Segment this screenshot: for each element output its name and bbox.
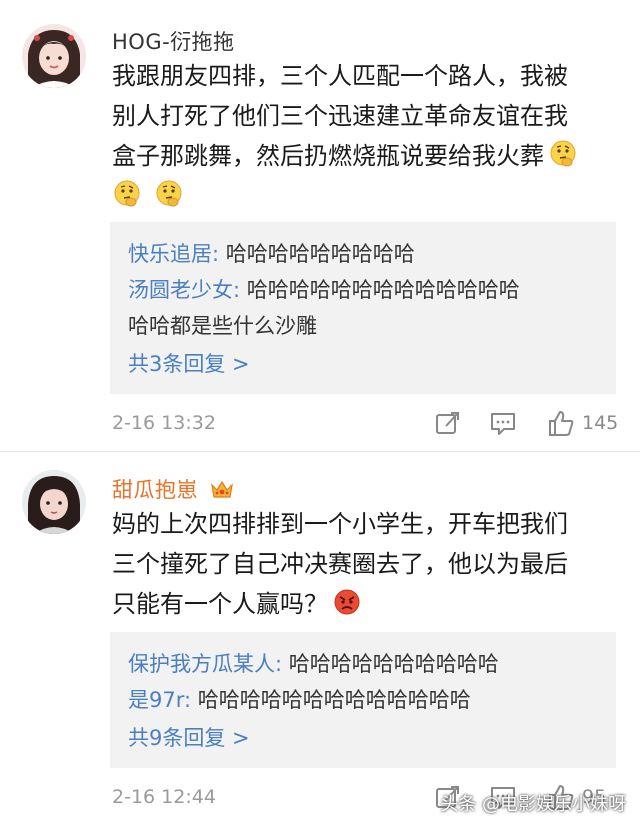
comment-meta-row: 2-16 13:32 145 [112, 408, 622, 442]
timestamp: 2-16 13:32 [112, 412, 216, 434]
like-icon[interactable] [546, 408, 576, 438]
reply-item[interactable]: 是97r: 哈哈哈哈哈哈哈哈哈哈哈哈哈 [128, 682, 616, 718]
reply-text: 哈哈哈哈哈哈哈哈哈哈哈哈哈 [191, 688, 471, 712]
comment-text-line-content: 只能有一个人赢吗？ [112, 590, 328, 618]
comment-text-line-content: 盒子那跳舞，然后扔燃烧瓶说要给我火葬 [112, 142, 544, 170]
reply-username[interactable]: 是97r: [128, 688, 191, 712]
reply-text: 哈哈哈哈哈哈哈哈哈哈 [282, 652, 499, 676]
username[interactable]: HOG-衍拖拖 [112, 26, 235, 56]
watermark-text: 头条 @电影娱乐小妹呀 [440, 794, 626, 815]
reply-username[interactable]: 快乐追居: [128, 242, 219, 266]
comment-text-line: 盒子那跳舞，然后扔燃烧瓶说要给我火葬 [112, 136, 612, 176]
more-replies-link[interactable]: 共3条回复 > [128, 346, 616, 382]
reply-text: 哈哈哈哈哈哈哈哈哈 [219, 242, 415, 266]
comment-text-line: 别人打死了他们三个迅速建立革命友谊在我 [112, 96, 612, 136]
avatar[interactable] [22, 24, 86, 88]
reply-item-continued: 哈哈都是些什么沙雕 [128, 308, 616, 344]
comment-text: 我跟朋友四排，三个人匹配一个路人，我被 别人打死了他们三个迅速建立革命友谊在我 … [112, 56, 612, 216]
comment-text-line: 只能有一个人赢吗？ [112, 584, 612, 624]
like-count: 145 [582, 412, 619, 434]
reply-item[interactable]: 保护我方瓜某人: 哈哈哈哈哈哈哈哈哈哈 [128, 646, 616, 682]
watermark: 头条 @电影娱乐小妹呀 [440, 790, 626, 816]
replies-panel: 保护我方瓜某人: 哈哈哈哈哈哈哈哈哈哈 是97r: 哈哈哈哈哈哈哈哈哈哈哈哈哈 … [110, 632, 616, 768]
comment-card: 甜瓜抱崽 妈的上次四排排到一个小学生，开车把我们 三个撞死了自己冲决赛圈去了，他… [0, 452, 640, 826]
replies-panel: 快乐追居: 哈哈哈哈哈哈哈哈哈 汤圆老少女: 哈哈哈哈哈哈哈哈哈哈哈哈哈 哈哈都… [110, 222, 616, 394]
reply-username[interactable]: 汤圆老少女: [128, 278, 240, 302]
share-icon[interactable] [432, 408, 462, 438]
username-text[interactable]: 甜瓜抱崽 [112, 478, 198, 502]
comment-icon[interactable] [488, 408, 518, 438]
avatar[interactable] [22, 470, 86, 534]
reply-item[interactable]: 快乐追居: 哈哈哈哈哈哈哈哈哈 [128, 236, 616, 272]
comment-emoji-line [112, 176, 612, 216]
more-replies-link[interactable]: 共9条回复 > [128, 720, 616, 756]
reply-username[interactable]: 保护我方瓜某人: [128, 652, 282, 676]
timestamp: 2-16 12:44 [112, 786, 216, 808]
thinking-face-emoji [154, 179, 184, 209]
reply-item[interactable]: 汤圆老少女: 哈哈哈哈哈哈哈哈哈哈哈哈哈 [128, 272, 616, 308]
comment-text: 妈的上次四排排到一个小学生，开车把我们 三个撞死了自己冲决赛圈去了，他以为最后 … [112, 504, 612, 624]
reply-text: 哈哈哈哈哈哈哈哈哈哈哈哈哈 [240, 278, 520, 302]
thinking-face-emoji [548, 139, 578, 169]
comment-card: HOG-衍拖拖 我跟朋友四排，三个人匹配一个路人，我被 别人打死了他们三个迅速建… [0, 0, 640, 450]
comment-text-line-content: 别人打死了他们三个迅速建立革命友谊在我 [112, 102, 568, 130]
thinking-face-emoji [112, 179, 142, 209]
comment-text-line: 我跟朋友四排，三个人匹配一个路人，我被 [112, 62, 568, 90]
angry-face-emoji [332, 587, 362, 617]
comment-text-line: 三个撞死了自己冲决赛圈去了，他以为最后 [112, 550, 568, 578]
crown-badge-icon [209, 478, 235, 500]
reply-text: 哈哈都是些什么沙雕 [128, 314, 317, 338]
username[interactable]: 甜瓜抱崽 [112, 474, 235, 504]
comment-text-line: 妈的上次四排排到一个小学生，开车把我们 [112, 510, 568, 538]
